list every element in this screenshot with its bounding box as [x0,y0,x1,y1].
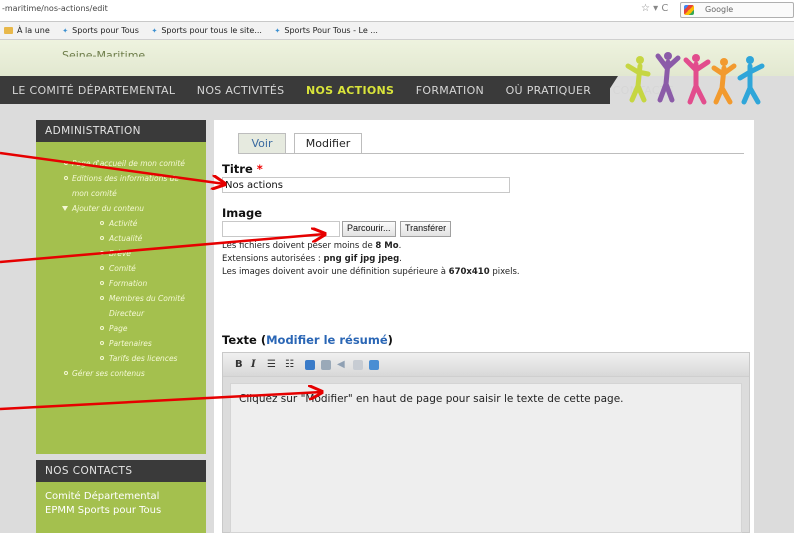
bullet-icon [100,326,104,330]
browser-address-bar[interactable]: -maritime/nos-actions/edit ☆ ▾ C Google [0,0,794,22]
required-mark: * [256,162,263,176]
sidebar-item-gerer[interactable]: Gérer ses contenus [36,366,206,381]
bullet-list-icon[interactable]: ☰ [267,359,276,370]
rich-text-editor: B I ☰ ☷ ◀ Cliquez sur "Modifier" en haut… [222,352,750,533]
search-engine-label: Google [705,5,734,14]
bullet-icon [100,356,104,360]
department-name: Seine-Maritime [62,49,146,62]
favicon-icon: ✦ [151,27,158,35]
tab-voir[interactable]: Voir [238,133,286,153]
main-nav: LE COMITÉ DÉPARTEMENTAL NOS ACTIVITÉS NO… [0,76,674,104]
upload-button[interactable]: Transférer [400,221,452,237]
contacts-heading: NOS CONTACTS [36,460,206,482]
expand-triangle-icon [62,206,68,211]
sports-figures-logo [625,52,765,105]
sidebar-item-formation[interactable]: Formation [36,276,206,291]
sidebar-item-activite[interactable]: Activité [36,216,206,231]
favicon-icon: ✦ [274,27,281,35]
folder-icon [4,27,13,34]
sidebar-item-editions-cont[interactable]: mon comité [36,186,206,201]
bookmark-3[interactable]: ✦ Sports Pour Tous - Le ... [273,26,382,35]
browse-button[interactable]: Parcourir... [342,221,396,237]
sidebar-item-ajouter[interactable]: Ajouter du contenu [36,201,206,216]
text-label: Texte (Modifier le résumé) [222,333,393,347]
admin-heading: ADMINISTRATION [36,120,206,142]
bookmark-star-icon[interactable]: ☆ ▾ C [641,3,668,14]
sidebar: ADMINISTRATION Page d'accueil de mon com… [36,120,206,533]
sidebar-item-partenaires[interactable]: Partenaires [36,336,206,351]
paste-icon[interactable] [369,360,379,370]
file-path-input[interactable] [222,221,340,237]
nav-comite[interactable]: LE COMITÉ DÉPARTEMENTAL [12,84,175,97]
sidebar-item-comite[interactable]: Comité [36,261,206,276]
bullet-icon [64,161,68,165]
nav-wedge [600,76,618,104]
sidebar-item-breve[interactable]: Brève [36,246,206,261]
bold-button[interactable]: B [235,359,243,370]
sidebar-item-actualite[interactable]: Actualité [36,231,206,246]
bullet-icon [100,281,104,285]
page: Seine-Maritime LE COMITÉ DÉPARTEMENTAL N… [0,40,794,533]
sidebar-item-editions[interactable]: Editions des informations de [36,171,206,186]
hint-size: Les fichiers doivent peser moins de 8 Mo… [222,241,402,251]
image-label: Image [222,206,263,220]
nav-formation[interactable]: FORMATION [416,84,484,97]
title-label: Titre * [222,162,263,176]
bullet-icon [100,251,104,255]
editor-toolbar: B I ☰ ☷ ◀ [223,353,749,377]
nav-activites[interactable]: NOS ACTIVITÉS [197,84,285,97]
bullet-icon [100,221,104,225]
sidebar-item-membres-cont[interactable]: Directeur [36,306,206,321]
sidebar-item-membres[interactable]: Membres du Comité [36,291,206,306]
tab-divider [238,153,744,154]
bullet-icon [64,176,68,180]
admin-menu: Page d'accueil de mon comité Editions de… [36,142,206,454]
favicon-icon: ✦ [62,27,69,35]
bookmark-2[interactable]: ✦ Sports pour tous le site... [149,26,266,35]
edit-panel: Voir Modifier Titre * Image Parcourir...… [214,120,754,533]
sidebar-item-tarifs[interactable]: Tarifs des licences [36,351,206,366]
hint-dimensions: Les images doivent avoir une définition … [222,267,520,277]
nav-ou-pratiquer[interactable]: OÙ PRATIQUER [506,84,592,97]
link-icon[interactable] [305,360,315,370]
editor-content[interactable]: Cliquez sur "Modifier" en haut de page p… [230,383,742,533]
numbered-list-icon[interactable]: ☷ [285,359,294,370]
hint-extensions: Extensions autorisées : png gif jpg jpeg… [222,254,402,264]
title-input[interactable] [222,177,510,193]
bullet-icon [100,266,104,270]
google-icon [684,5,694,15]
edit-summary-link[interactable]: Modifier le résumé [266,333,388,347]
contact-line-2: EPMM Sports pour Tous [45,505,162,516]
bullet-icon [64,371,68,375]
contact-line-1: Comité Départemental [45,491,160,502]
bullet-icon [100,296,104,300]
contacts-box: Comité Départemental EPMM Sports pour To… [36,482,206,533]
unlink-icon[interactable] [321,360,331,370]
tab-modifier[interactable]: Modifier [294,133,362,153]
anchor-icon[interactable]: ◀ [337,359,345,370]
bullet-icon [100,236,104,240]
sidebar-item-page[interactable]: Page [36,321,206,336]
bookmark-0[interactable]: À la une [0,26,54,35]
url-text[interactable]: -maritime/nos-actions/edit [2,4,108,13]
bookmarks-bar: À la une ✦ Sports pour Tous ✦ Sports pour … [0,22,794,40]
bullet-icon [100,341,104,345]
sidebar-item-accueil[interactable]: Page d'accueil de mon comité [36,156,206,171]
search-box[interactable]: Google [680,2,794,18]
bookmark-1[interactable]: ✦ Sports pour Tous [60,26,143,35]
image-icon[interactable] [353,360,363,370]
nav-actions[interactable]: NOS ACTIONS [306,84,394,97]
italic-button[interactable]: I [251,359,256,370]
